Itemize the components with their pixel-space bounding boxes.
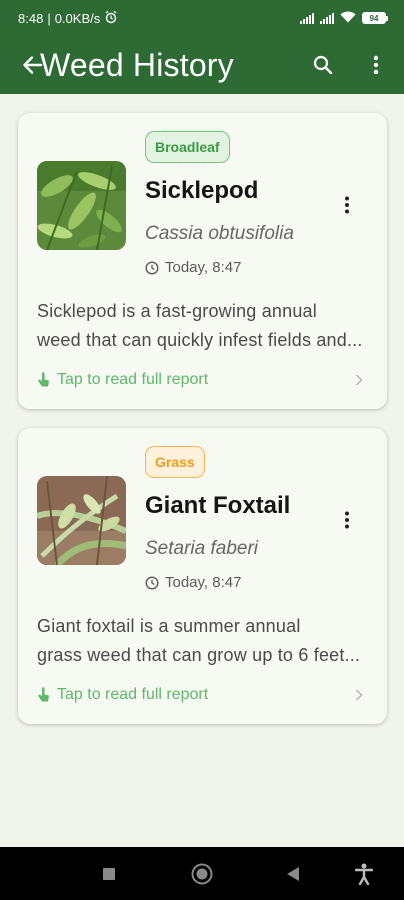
- clock-icon: [145, 575, 159, 590]
- description-line: grass weed that can grow up to 6 feet...: [37, 645, 361, 665]
- scientific-name: Cassia obtusifolia: [145, 223, 294, 244]
- home-button[interactable]: [182, 847, 222, 900]
- history-card-sicklepod[interactable]: Broadleaf Sicklepod Cassia obtusifolia T…: [18, 113, 387, 409]
- square-icon: [103, 867, 115, 880]
- system-nav-bar: [0, 847, 404, 900]
- alarm-icon: [104, 10, 118, 27]
- status-left: 8:48 | 0.0KB/s: [18, 10, 118, 27]
- more-vert-icon: [345, 511, 349, 529]
- status-bar: 8:48 | 0.0KB/s 94: [0, 0, 404, 36]
- touch-icon: [38, 372, 49, 387]
- description: Sicklepod is a fast-growing annual weed …: [37, 297, 371, 355]
- read-report-link[interactable]: Tap to read full report: [37, 686, 208, 704]
- read-report-link[interactable]: Tap to read full report: [37, 371, 208, 389]
- weed-name: Sicklepod: [145, 177, 259, 204]
- timestamp-text: Today, 8:47: [165, 259, 242, 276]
- back-nav-button[interactable]: [273, 847, 313, 900]
- chevron-right-icon: [351, 372, 367, 388]
- timestamp: Today, 8:47: [145, 574, 241, 591]
- recents-button[interactable]: [89, 847, 129, 900]
- overflow-menu-button[interactable]: [348, 36, 404, 94]
- chevron-right-icon: [351, 687, 367, 703]
- status-divider: |: [47, 10, 51, 26]
- timestamp: Today, 8:47: [145, 259, 241, 276]
- more-vert-icon: [345, 196, 349, 214]
- accessibility-icon: [355, 863, 373, 885]
- category-badge: Broadleaf: [145, 131, 230, 163]
- card-menu-button[interactable]: [335, 193, 359, 217]
- timestamp-text: Today, 8:47: [165, 574, 242, 591]
- weed-thumbnail: [37, 161, 126, 250]
- triangle-back-icon: [287, 866, 299, 881]
- search-button[interactable]: [298, 36, 348, 94]
- signal-icon-2: [320, 12, 334, 24]
- read-report-label: Tap to read full report: [57, 686, 209, 703]
- wifi-icon: [340, 11, 356, 26]
- status-right: 94: [300, 11, 388, 26]
- circle-icon: [191, 863, 213, 884]
- category-badge: Grass: [145, 446, 205, 478]
- app-bar: Weed History: [0, 36, 404, 94]
- touch-icon: [38, 687, 49, 702]
- clock-icon: [145, 260, 159, 275]
- weed-name: Giant Foxtail: [145, 492, 291, 519]
- history-card-giant-foxtail[interactable]: Grass Giant Foxtail Setaria faberi Today…: [18, 428, 387, 724]
- status-time: 8:48: [18, 10, 44, 26]
- scientific-name: Setaria faberi: [145, 538, 259, 559]
- card-menu-button[interactable]: [335, 508, 359, 532]
- read-report-label: Tap to read full report: [57, 371, 209, 388]
- signal-icon: [300, 12, 314, 24]
- battery-icon: 94: [362, 12, 388, 24]
- description-line: Sicklepod is a fast-growing annual: [37, 301, 317, 321]
- search-icon: [313, 55, 333, 75]
- description: Giant foxtail is a summer annual grass w…: [37, 612, 371, 670]
- accessibility-button[interactable]: [344, 847, 384, 900]
- more-vert-icon: [373, 55, 379, 75]
- weed-thumbnail: [37, 476, 126, 565]
- description-line: weed that can quickly infest fields and.…: [37, 330, 363, 350]
- history-list: Broadleaf Sicklepod Cassia obtusifolia T…: [0, 94, 404, 847]
- status-speed: 0.0KB/s: [54, 10, 101, 26]
- description-line: Giant foxtail is a summer annual: [37, 616, 301, 636]
- page-title: Weed History: [40, 46, 234, 83]
